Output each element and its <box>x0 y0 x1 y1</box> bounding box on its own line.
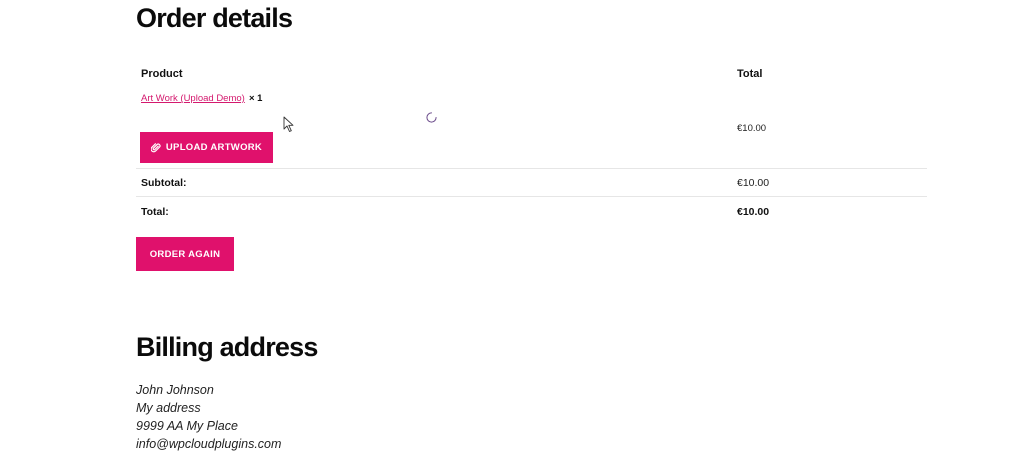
billing-street: My address <box>136 401 201 415</box>
total-column-header: Total <box>737 68 763 80</box>
subtotal-label: Subtotal: <box>141 177 187 189</box>
order-page: Order details Product Total Art Work (Up… <box>0 0 1024 463</box>
billing-city: 9999 AA My Place <box>136 419 238 433</box>
product-quantity: × 1 <box>249 93 263 104</box>
product-link[interactable]: Art Work (Upload Demo) <box>141 93 245 104</box>
product-column-header: Product <box>141 68 183 80</box>
paperclip-icon <box>150 142 161 153</box>
billing-name: John Johnson <box>136 383 214 397</box>
order-details-heading: Order details <box>136 3 293 33</box>
loading-spinner-icon <box>426 112 437 123</box>
table-divider <box>136 168 927 169</box>
billing-address: John Johnson My address 9999 AA My Place… <box>136 381 281 453</box>
table-divider <box>136 196 927 197</box>
item-price: €10.00 <box>737 123 767 134</box>
upload-artwork-label: UPLOAD ARTWORK <box>165 142 263 153</box>
mouse-cursor-icon <box>283 116 294 132</box>
upload-artwork-button[interactable]: UPLOAD ARTWORK <box>140 132 273 163</box>
total-value: €10.00 <box>737 206 770 218</box>
subtotal-value: €10.00 <box>737 177 770 189</box>
total-label: Total: <box>141 206 169 218</box>
order-again-button[interactable]: ORDER AGAIN <box>136 237 234 271</box>
billing-email: info@wpcloudplugins.com <box>136 437 282 451</box>
billing-address-heading: Billing address <box>136 332 318 362</box>
